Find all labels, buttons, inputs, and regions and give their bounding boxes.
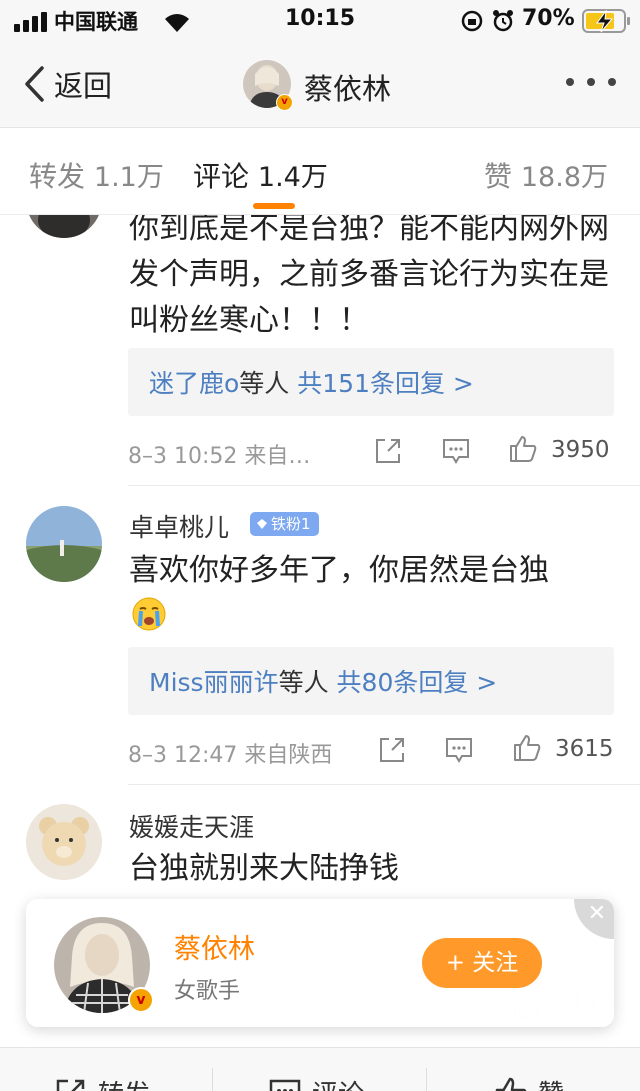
comment-text: 台独就别来大陆挣钱 xyxy=(129,851,399,886)
follow-card-name[interactable]: 蔡依林 xyxy=(174,927,255,966)
comment-meta: 8–3 10:52 来自… xyxy=(128,438,310,470)
repost-label: 转发 xyxy=(98,1074,150,1091)
divider xyxy=(128,784,640,785)
verified-badge-icon: v xyxy=(128,987,154,1013)
reply-count[interactable]: 共151条回复 > xyxy=(297,369,474,398)
diamond-icon xyxy=(257,519,267,529)
comment-icon xyxy=(269,1079,301,1091)
reply-icon[interactable] xyxy=(441,436,471,466)
comment-username[interactable]: 媛媛走天涯 xyxy=(129,808,254,844)
tab-bar: 转发 1.1万 评论 1.4万 赞 18.8万 xyxy=(0,129,640,215)
like-button[interactable]: 赞 xyxy=(494,1074,564,1091)
reply-summary[interactable]: 迷了鹿o等人 共151条回复 > xyxy=(128,348,614,416)
comment-date: 8–3 10:52 xyxy=(128,444,238,469)
follow-card-desc: 女歌手 xyxy=(174,979,241,1004)
like-label: 赞 xyxy=(538,1074,564,1091)
reply-count[interactable]: 共80条回复 > xyxy=(337,668,498,697)
fan-badge: 铁粉1 xyxy=(250,512,319,536)
tab-repost-count: 1.1万 xyxy=(93,162,164,193)
follow-button[interactable]: + 关注 xyxy=(422,938,542,988)
comment-date: 8–3 12:47 xyxy=(128,743,238,768)
like-count: 3950 xyxy=(551,437,610,463)
bottom-toolbar: 转发 评论 赞 xyxy=(0,1047,640,1091)
comment-label: 评论 xyxy=(312,1074,364,1091)
like-icon[interactable] xyxy=(512,733,542,763)
like-icon[interactable] xyxy=(508,434,538,464)
comment-text: 喜欢你好多年了，你居然是台独 xyxy=(129,553,549,588)
reply-mid: 等人 xyxy=(239,369,290,398)
tab-like-count: 18.8万 xyxy=(520,162,608,193)
comment-username[interactable]: 卓卓桃儿 xyxy=(129,508,229,544)
tab-comment-label: 评论 xyxy=(193,160,250,193)
active-tab-indicator xyxy=(253,203,295,209)
comment-button[interactable]: 评论 xyxy=(268,1074,364,1091)
like-icon xyxy=(495,1077,527,1091)
tab-repost-label: 转发 xyxy=(29,160,86,193)
comment-source: 来自… xyxy=(244,444,311,469)
divider xyxy=(128,485,640,486)
repost-button[interactable]: 转发 xyxy=(54,1074,150,1091)
tab-like-label: 赞 xyxy=(483,160,512,193)
comment-meta: 8–3 12:47 来自陕西 xyxy=(128,737,332,769)
fan-badge-label: 铁粉1 xyxy=(271,515,311,533)
crying-face-icon xyxy=(132,597,166,631)
avatar[interactable] xyxy=(26,804,102,880)
reply-user[interactable]: Miss丽丽许 xyxy=(149,668,279,697)
comment-text: 你到底是不是台独？能不能内网外网发个声明，之前多番言论行为实在是叫粉丝寒心！！！ xyxy=(129,211,609,338)
avatar[interactable] xyxy=(26,506,102,582)
tab-comment-count: 1.4万 xyxy=(257,162,328,193)
tab-like[interactable]: 赞 18.8万 xyxy=(484,155,608,195)
comment-source: 来自陕西 xyxy=(244,743,333,768)
tab-repost[interactable]: 转发 1.1万 xyxy=(29,155,164,195)
tab-comment[interactable]: 评论 1.4万 xyxy=(193,155,328,195)
close-icon: ✕ xyxy=(587,901,606,926)
reply-icon[interactable] xyxy=(444,735,474,765)
divider xyxy=(426,1068,427,1091)
share-icon[interactable] xyxy=(377,735,407,765)
reply-mid: 等人 xyxy=(278,668,329,697)
reply-user[interactable]: 迷了鹿o xyxy=(149,369,239,398)
follow-card: v 蔡依林 女歌手 + 关注 ✕ xyxy=(26,899,614,1027)
repost-icon xyxy=(56,1079,85,1091)
divider xyxy=(212,1068,213,1091)
share-icon[interactable] xyxy=(373,436,403,466)
reply-summary[interactable]: Miss丽丽许等人 共80条回复 > xyxy=(128,647,614,715)
close-button[interactable]: ✕ xyxy=(574,899,614,939)
like-count: 3615 xyxy=(555,736,614,762)
